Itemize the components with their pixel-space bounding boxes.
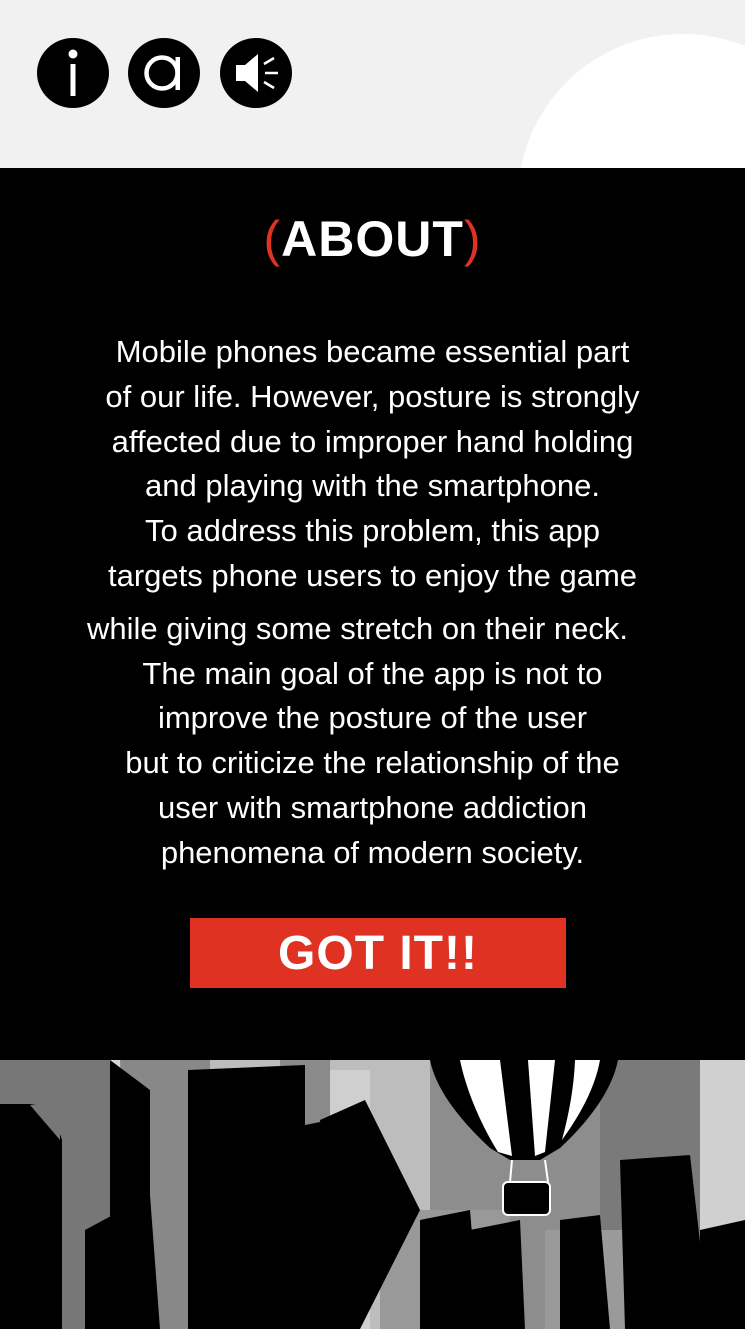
moon-decoration	[518, 34, 745, 168]
top-bar	[0, 0, 745, 168]
description-line: and playing with the smartphone.	[145, 468, 600, 504]
sound-toggle-button[interactable]	[220, 38, 292, 108]
got-it-button[interactable]: GOT IT!!	[190, 918, 566, 988]
description-line: phenomena of modern society.	[160, 834, 585, 870]
description-line: while giving some stretch on their neck.	[86, 610, 629, 646]
description-line: improve the posture of the user	[157, 700, 588, 736]
description-line: The main goal of the app is not to	[142, 655, 603, 691]
description-line: Mobile phones became essential part	[115, 334, 630, 369]
info-icon	[68, 49, 78, 96]
about-author-button[interactable]	[128, 38, 200, 108]
description-line: but to criticize the relationship of the	[125, 745, 620, 781]
description-line: affected due to improper hand holding	[111, 423, 634, 459]
dialog-title: (ABOUT)	[0, 210, 745, 268]
about-description: Mobile phones became essential part of o…	[0, 330, 745, 876]
title-text: ABOUT	[281, 211, 464, 267]
about-screen: (ABOUT) Mobile phones became essential p…	[0, 0, 745, 1329]
description-line: of our life. However, posture is strongl…	[105, 378, 640, 414]
description-line: To address this problem, this app	[145, 513, 600, 549]
speaker-icon	[236, 54, 278, 92]
description-line: user with smartphone addiction	[157, 789, 588, 825]
a-letter-icon	[144, 55, 180, 91]
title-close-paren: )	[463, 211, 482, 267]
title-open-paren: (	[263, 211, 282, 267]
description-line: targets phone users to enjoy the game	[107, 557, 638, 593]
info-button[interactable]	[37, 38, 109, 108]
city-skyline-illustration	[0, 1060, 745, 1329]
